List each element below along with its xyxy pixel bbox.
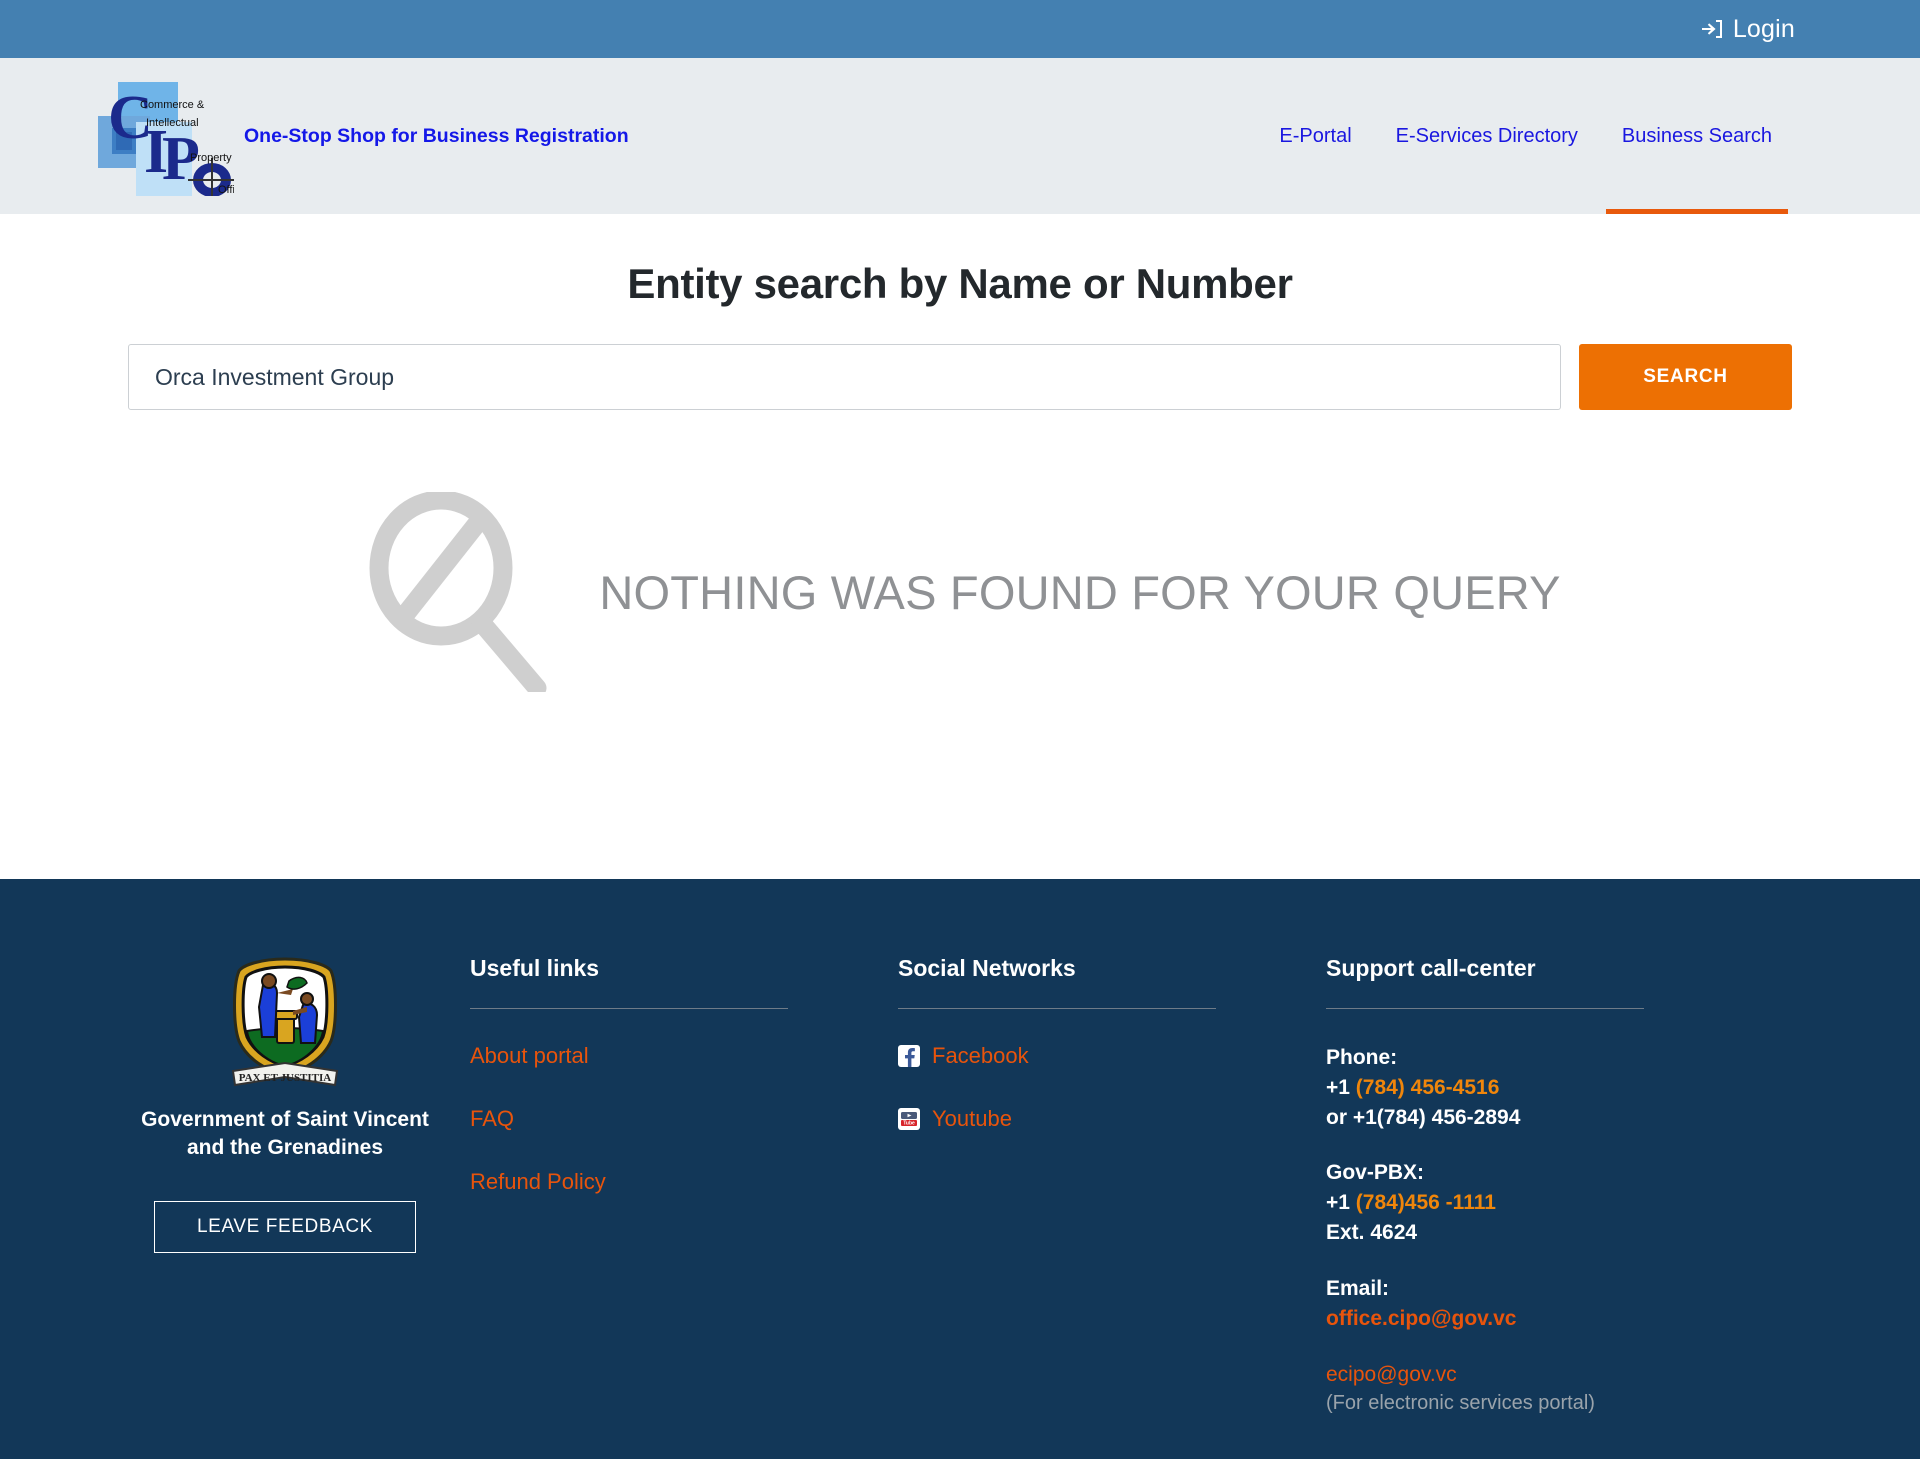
social-link-facebook[interactable]: Facebook: [932, 1043, 1029, 1069]
main-content: Entity search by Name or Number SEARCH N…: [0, 214, 1920, 879]
empty-state-message: NOTHING WAS FOUND FOR YOUR QUERY: [599, 565, 1561, 619]
nav-item-e-services-directory[interactable]: E-Services Directory: [1374, 58, 1600, 214]
footer-social-column: Social Networks Facebook Tube Youtube: [898, 955, 1326, 1459]
useful-links-heading: Useful links: [470, 955, 600, 981]
leave-feedback-button[interactable]: LEAVE FEEDBACK: [154, 1201, 416, 1254]
empty-state: NOTHING WAS FOUND FOR YOUR QUERY: [0, 492, 1920, 692]
site-footer: PAX ET JUSTITIA Government of Saint Vinc…: [0, 879, 1920, 1459]
footer-link-refund-policy[interactable]: Refund Policy: [470, 1169, 898, 1195]
pbx-label: Gov-PBX:: [1326, 1161, 1425, 1185]
page-title: Entity search by Name or Number: [627, 260, 1293, 307]
search-button[interactable]: SEARCH: [1579, 344, 1792, 410]
brand[interactable]: C I P Commerce & Intellectual Property O…: [86, 76, 629, 197]
login-button[interactable]: Login: [1700, 15, 1795, 44]
pbx-prefix: +1: [1326, 1191, 1356, 1215]
divider: [1326, 1008, 1644, 1009]
divider: [898, 1008, 1216, 1009]
login-label: Login: [1732, 14, 1795, 43]
svg-text:Property: Property: [190, 152, 232, 164]
footer-link-faq[interactable]: FAQ: [470, 1106, 898, 1132]
email-label: Email:: [1326, 1276, 1390, 1300]
footer-link-about-portal[interactable]: About portal: [470, 1043, 898, 1069]
youtube-icon: Tube: [898, 1108, 920, 1130]
phone-secondary: or +1(784) 456-2894: [1326, 1105, 1521, 1129]
svg-text:Commerce &: Commerce &: [140, 99, 205, 111]
pbx-number[interactable]: (784)456 -1111: [1356, 1191, 1496, 1214]
government-name: Government of Saint Vincent and the Gren…: [141, 1108, 429, 1159]
social-row-youtube: Tube Youtube: [898, 1106, 1326, 1132]
divider: [470, 1008, 788, 1009]
no-results-magnifier-icon: [369, 492, 547, 692]
cipo-logo-icon: C I P Commerce & Intellectual Property O…: [86, 76, 247, 197]
site-tagline: One-Stop Shop for Business Registration: [244, 124, 629, 147]
nav-item-business-search[interactable]: Business Search: [1600, 58, 1794, 214]
email-note: (For electronic services portal): [1326, 1392, 1595, 1415]
svg-text:Office: Office: [218, 184, 234, 196]
phone-prefix: +1: [1326, 1075, 1356, 1099]
facebook-icon: [898, 1045, 920, 1067]
main-nav: E-Portal E-Services Directory Business S…: [1257, 58, 1794, 214]
crest-motto: PAX ET JUSTITIA: [239, 1072, 332, 1084]
svg-text:Intellectual: Intellectual: [146, 117, 199, 129]
phone-label: Phone:: [1326, 1046, 1398, 1069]
nav-item-e-portal[interactable]: E-Portal: [1257, 58, 1373, 214]
footer-brand-column: PAX ET JUSTITIA Government of Saint Vinc…: [0, 955, 470, 1459]
pbx-number-line: +1 (784)456 -1111: [1326, 1188, 1756, 1218]
phone-primary-line: +1 (784) 456-4516: [1326, 1073, 1756, 1103]
top-login-bar: Login: [0, 0, 1920, 58]
saint-vincent-coat-of-arms-icon: PAX ET JUSTITIA: [231, 957, 339, 1087]
footer-support-column: Support call-center Phone: +1 (784) 456-…: [1326, 955, 1756, 1459]
social-row-facebook: Facebook: [898, 1043, 1326, 1069]
pbx-extension: Ext. 4624: [1326, 1221, 1418, 1245]
svg-text:Tube: Tube: [903, 1121, 915, 1127]
social-link-youtube[interactable]: Youtube: [932, 1106, 1012, 1132]
search-input[interactable]: [128, 344, 1561, 410]
support-heading: Support call-center: [1326, 955, 1536, 981]
site-header: C I P Commerce & Intellectual Property O…: [0, 58, 1920, 214]
search-row: SEARCH: [128, 344, 1792, 410]
phone-primary[interactable]: (784) 456-4516: [1356, 1076, 1500, 1099]
footer-useful-links-column: Useful links About portal FAQ Refund Pol…: [470, 955, 898, 1459]
sign-in-icon: [1701, 20, 1722, 38]
social-networks-heading: Social Networks: [898, 955, 1076, 981]
email-secondary[interactable]: ecipo@gov.vc: [1326, 1360, 1756, 1390]
email-primary[interactable]: office.cipo@gov.vc: [1326, 1304, 1756, 1334]
